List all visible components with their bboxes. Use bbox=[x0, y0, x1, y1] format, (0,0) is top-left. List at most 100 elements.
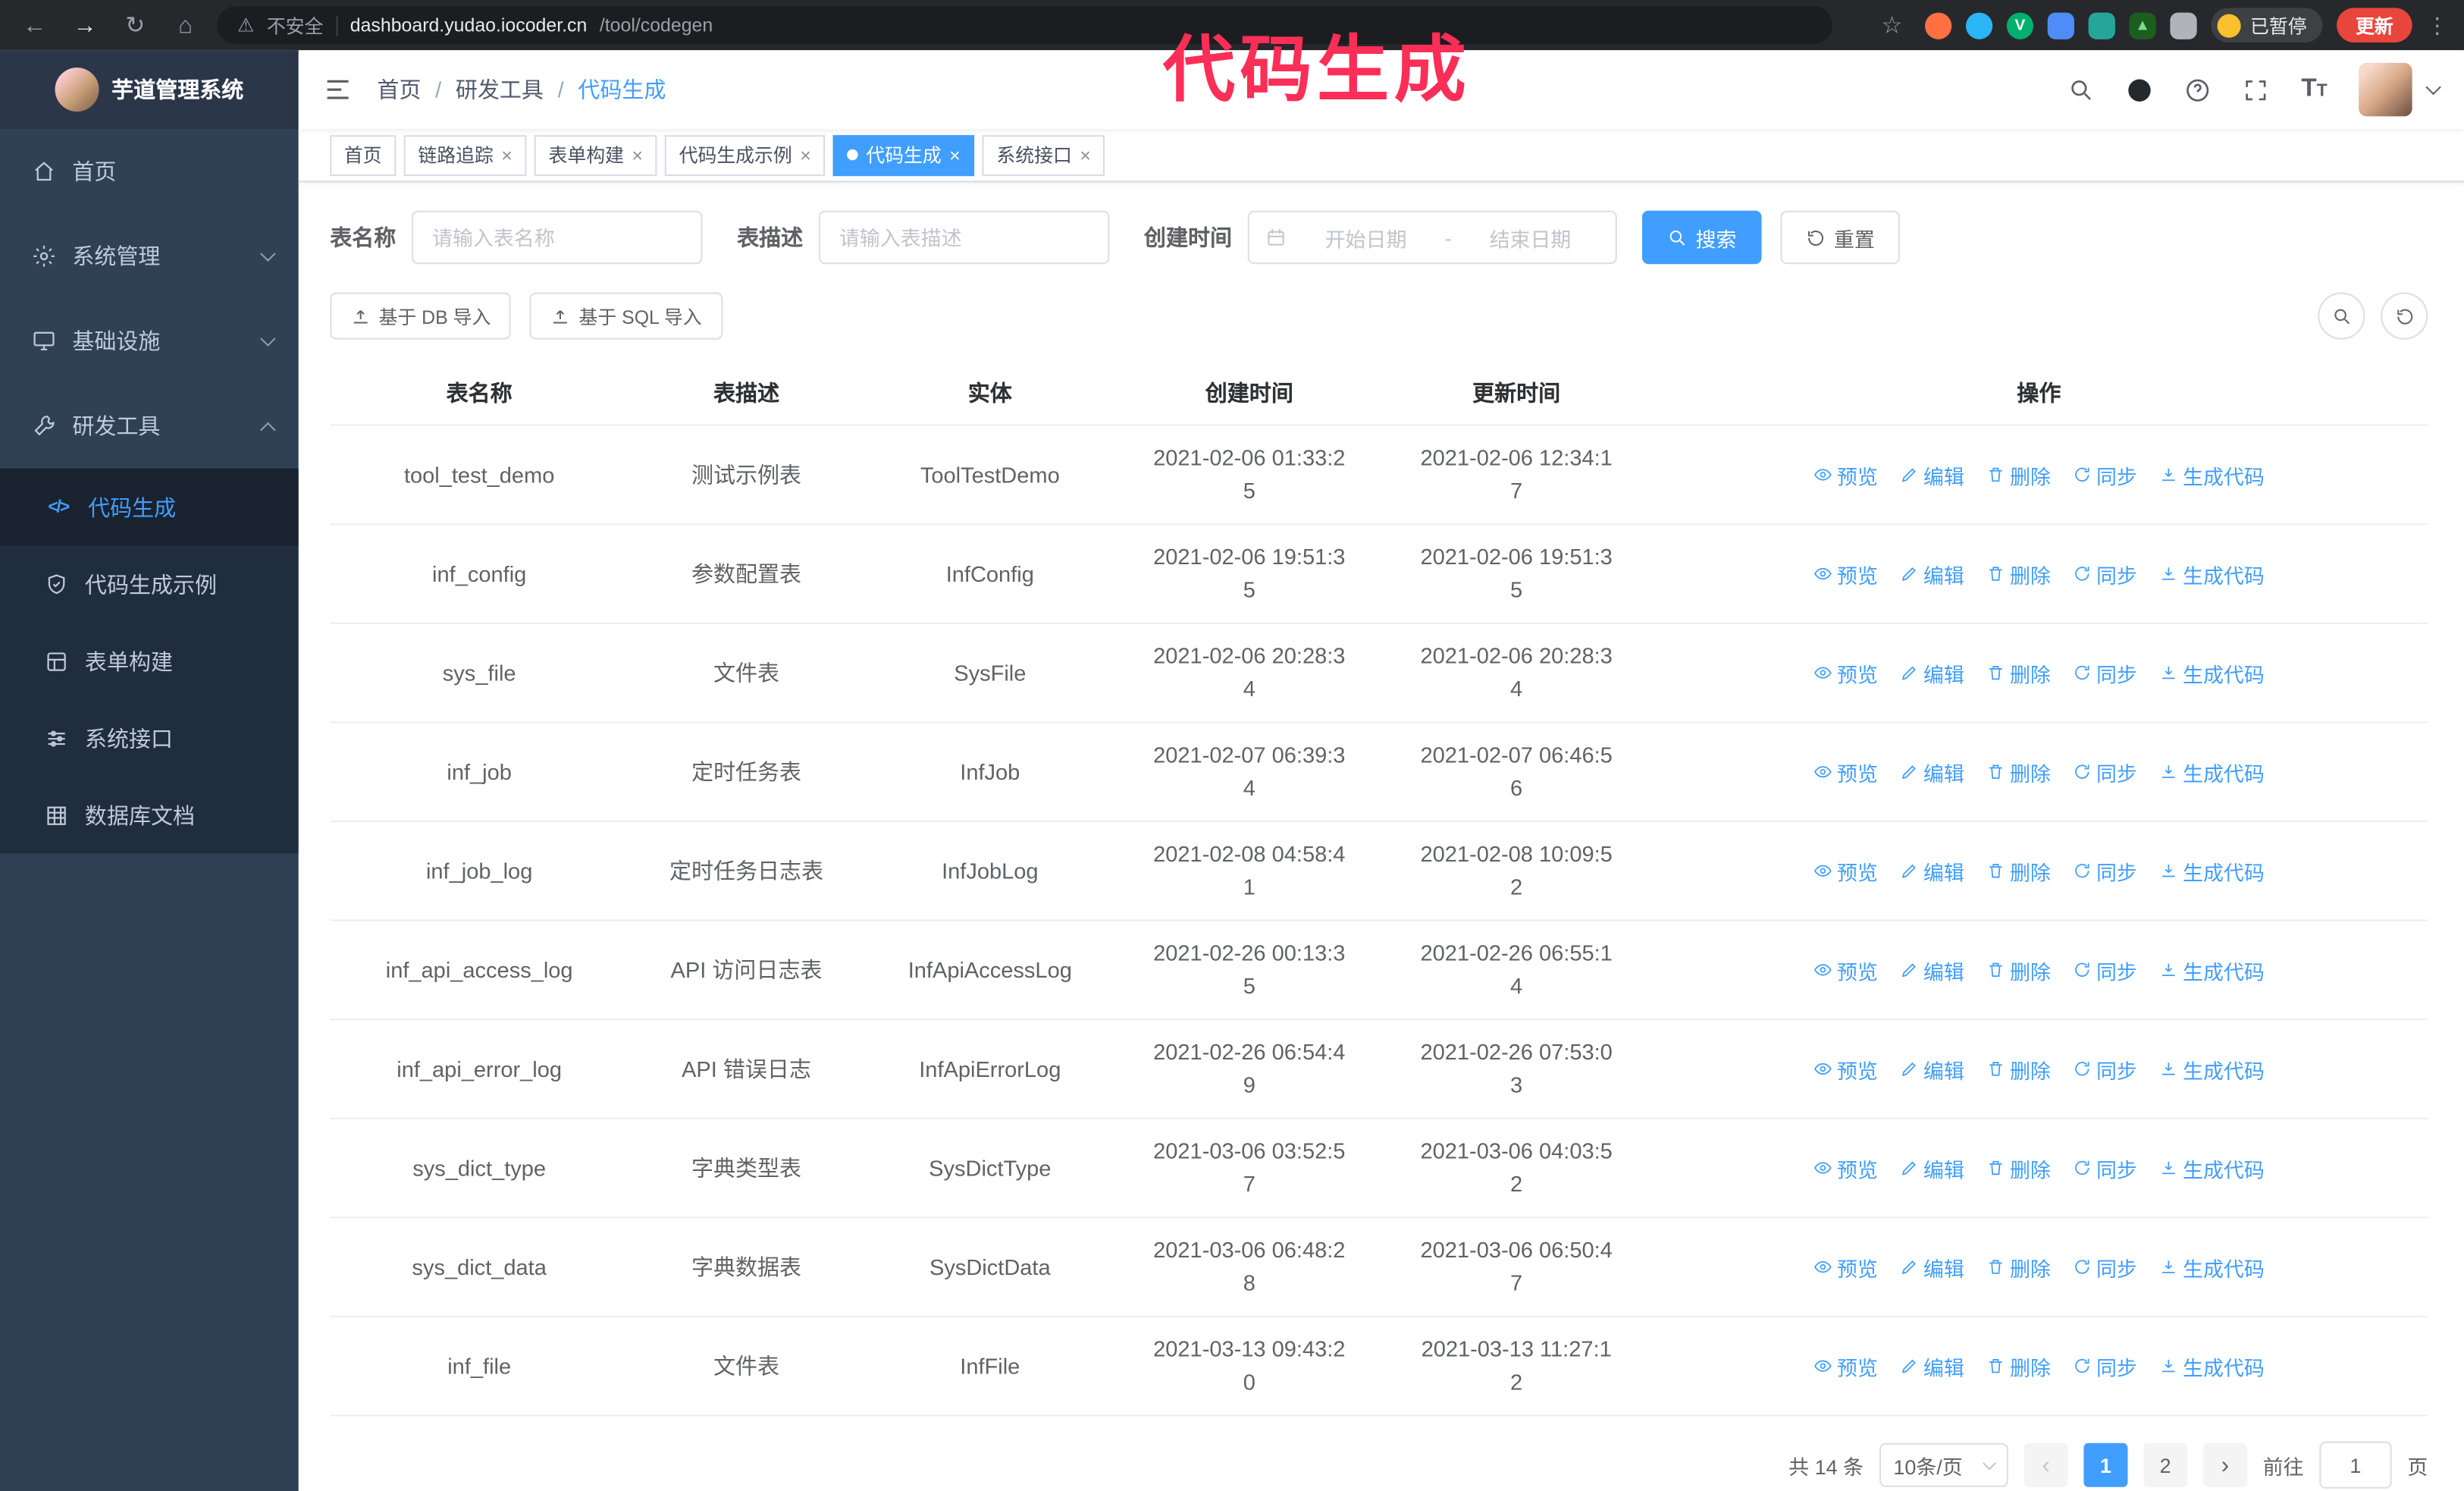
generate-code-link[interactable]: 生成代码 bbox=[2159, 559, 2265, 589]
extension-icon-2[interactable] bbox=[1965, 11, 1993, 39]
delete-link[interactable]: 删除 bbox=[1986, 460, 2051, 489]
sidebar-item-api[interactable]: 系统接口 bbox=[0, 699, 299, 777]
preview-link[interactable]: 预览 bbox=[1814, 1252, 1878, 1282]
sidebar-item-devtools[interactable]: 研发工具 bbox=[0, 384, 299, 469]
search-icon[interactable] bbox=[2069, 77, 2096, 103]
sync-link[interactable]: 同步 bbox=[2073, 856, 2137, 886]
forward-button[interactable]: → bbox=[66, 6, 104, 44]
preview-link[interactable]: 预览 bbox=[1814, 658, 1878, 687]
extension-icon-7[interactable] bbox=[2170, 11, 2197, 39]
preview-link[interactable]: 预览 bbox=[1814, 856, 1878, 886]
edit-link[interactable]: 编辑 bbox=[1900, 460, 1964, 489]
sidebar-item-form-builder[interactable]: 表单构建 bbox=[0, 623, 299, 700]
close-tab-icon[interactable]: × bbox=[632, 146, 643, 165]
hamburger-icon[interactable] bbox=[324, 75, 352, 103]
preview-link[interactable]: 预览 bbox=[1814, 955, 1878, 984]
github-icon[interactable] bbox=[2127, 77, 2153, 103]
sidebar-item-infra[interactable]: 基础设施 bbox=[0, 299, 299, 384]
sidebar-item-codegen[interactable]: </> 代码生成 bbox=[0, 468, 299, 546]
edit-link[interactable]: 编辑 bbox=[1900, 856, 1964, 886]
reload-button[interactable]: ↻ bbox=[116, 6, 154, 44]
prev-page-button[interactable]: ‹ bbox=[2024, 1442, 2068, 1487]
font-size-icon[interactable]: TT bbox=[2301, 75, 2327, 103]
delete-link[interactable]: 删除 bbox=[1986, 856, 2051, 886]
sync-link[interactable]: 同步 bbox=[2073, 559, 2137, 589]
search-button[interactable]: 搜索 bbox=[1641, 210, 1762, 265]
preview-link[interactable]: 预览 bbox=[1814, 460, 1878, 489]
sync-link[interactable]: 同步 bbox=[2073, 460, 2137, 489]
generate-code-link[interactable]: 生成代码 bbox=[2159, 1054, 2265, 1084]
edit-link[interactable]: 编辑 bbox=[1900, 757, 1964, 786]
refresh-table-button[interactable] bbox=[2381, 292, 2428, 340]
sync-link[interactable]: 同步 bbox=[2073, 658, 2137, 687]
back-button[interactable]: ← bbox=[16, 6, 54, 44]
bookmark-star-icon[interactable]: ☆ bbox=[1873, 6, 1911, 44]
avatar[interactable] bbox=[2359, 62, 2412, 117]
sidebar-item-db-doc[interactable]: 数据库文档 bbox=[0, 777, 299, 854]
sync-link[interactable]: 同步 bbox=[2073, 1351, 2137, 1380]
preview-link[interactable]: 预览 bbox=[1814, 1351, 1878, 1380]
preview-link[interactable]: 预览 bbox=[1814, 757, 1878, 786]
generate-code-link[interactable]: 生成代码 bbox=[2159, 1252, 2265, 1282]
extension-icon-4[interactable] bbox=[2047, 11, 2074, 39]
tab-codegen[interactable]: 代码生成 × bbox=[832, 134, 975, 176]
preview-link[interactable]: 预览 bbox=[1814, 559, 1878, 589]
reset-button[interactable]: 重置 bbox=[1780, 210, 1900, 265]
sync-link[interactable]: 同步 bbox=[2073, 1054, 2137, 1084]
preview-link[interactable]: 预览 bbox=[1814, 1153, 1878, 1182]
close-tab-icon[interactable]: × bbox=[800, 146, 811, 165]
extension-icon-1[interactable] bbox=[1924, 11, 1952, 39]
close-tab-icon[interactable]: × bbox=[501, 146, 513, 165]
page-button-2[interactable]: 2 bbox=[2143, 1442, 2188, 1487]
delete-link[interactable]: 删除 bbox=[1986, 1153, 2051, 1182]
address-bar[interactable]: ⚠ 不安全 dashboard.yudao.iocoder.cn/tool/co… bbox=[217, 6, 1832, 45]
breadcrumb-devtools[interactable]: 研发工具 bbox=[456, 74, 544, 105]
sidebar-item-system[interactable]: 系统管理 bbox=[0, 214, 299, 299]
close-tab-icon[interactable]: × bbox=[949, 146, 961, 165]
close-tab-icon[interactable]: × bbox=[1080, 146, 1091, 165]
sync-link[interactable]: 同步 bbox=[2073, 1252, 2137, 1282]
logo[interactable]: 芋道管理系统 bbox=[0, 50, 299, 129]
generate-code-link[interactable]: 生成代码 bbox=[2159, 856, 2265, 886]
generate-code-link[interactable]: 生成代码 bbox=[2159, 658, 2265, 687]
profile-paused-badge[interactable]: 已暂停 bbox=[2211, 8, 2323, 42]
extension-icon-6[interactable]: ▲ bbox=[2129, 11, 2156, 39]
sync-link[interactable]: 同步 bbox=[2073, 1153, 2137, 1182]
home-button[interactable]: ⌂ bbox=[167, 6, 205, 44]
help-icon[interactable] bbox=[2185, 77, 2212, 103]
page-size-select[interactable]: 10条/页 bbox=[1879, 1442, 2008, 1487]
browser-menu-icon[interactable]: ⋮ bbox=[2426, 12, 2448, 39]
generate-code-link[interactable]: 生成代码 bbox=[2159, 955, 2265, 984]
next-page-button[interactable]: › bbox=[2202, 1442, 2247, 1487]
generate-code-link[interactable]: 生成代码 bbox=[2159, 460, 2265, 489]
breadcrumb-home[interactable]: 首页 bbox=[377, 74, 421, 105]
import-db-button[interactable]: 基于 DB 导入 bbox=[330, 292, 512, 340]
edit-link[interactable]: 编辑 bbox=[1900, 955, 1964, 984]
update-button[interactable]: 更新 bbox=[2337, 8, 2412, 42]
extension-icon-3[interactable]: V bbox=[2006, 11, 2034, 39]
delete-link[interactable]: 删除 bbox=[1986, 1054, 2051, 1084]
generate-code-link[interactable]: 生成代码 bbox=[2159, 757, 2265, 786]
tab-home[interactable]: 首页 bbox=[330, 134, 397, 176]
date-range-picker[interactable]: 开始日期 - 结束日期 bbox=[1247, 210, 1617, 265]
tab-trace[interactable]: 链路追踪 × bbox=[403, 134, 527, 176]
fullscreen-icon[interactable] bbox=[2243, 77, 2270, 103]
delete-link[interactable]: 删除 bbox=[1986, 658, 2051, 687]
tab-codegen-example[interactable]: 代码生成示例 × bbox=[664, 134, 826, 176]
sidebar-item-codegen-example[interactable]: 代码生成示例 bbox=[0, 545, 299, 623]
table-desc-input[interactable] bbox=[818, 210, 1110, 265]
goto-page-input[interactable] bbox=[2319, 1441, 2392, 1489]
generate-code-link[interactable]: 生成代码 bbox=[2159, 1351, 2265, 1380]
sync-link[interactable]: 同步 bbox=[2073, 955, 2137, 984]
generate-code-link[interactable]: 生成代码 bbox=[2159, 1153, 2265, 1182]
edit-link[interactable]: 编辑 bbox=[1900, 1351, 1964, 1380]
edit-link[interactable]: 编辑 bbox=[1900, 559, 1964, 589]
extension-icon-5[interactable] bbox=[2088, 11, 2115, 39]
preview-link[interactable]: 预览 bbox=[1814, 1054, 1878, 1084]
sidebar-item-home[interactable]: 首页 bbox=[0, 129, 299, 214]
delete-link[interactable]: 删除 bbox=[1986, 757, 2051, 786]
tab-form-builder[interactable]: 表单构建 × bbox=[534, 134, 657, 176]
edit-link[interactable]: 编辑 bbox=[1900, 1252, 1964, 1282]
delete-link[interactable]: 删除 bbox=[1986, 559, 2051, 589]
table-name-input[interactable] bbox=[412, 210, 703, 265]
